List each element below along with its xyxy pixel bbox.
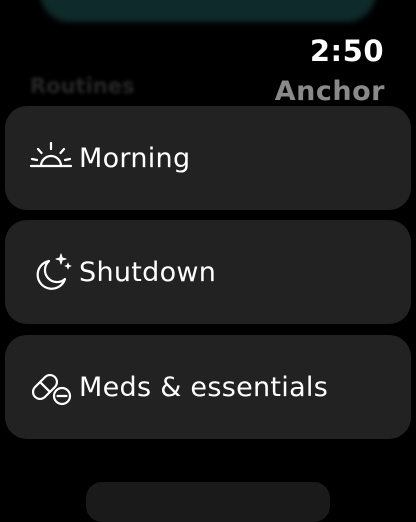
status-time: 2:50 [309,34,384,68]
section-title: Routines [30,74,135,98]
routine-label: Meds & essentials [79,371,329,403]
pills-icon [27,363,75,411]
routine-card-morning[interactable]: Morning [5,106,411,210]
top-partial-card [40,0,376,22]
routine-card-shutdown[interactable]: Shutdown [5,220,411,324]
routine-label: Morning [79,142,191,174]
app-title: Anchor [274,76,385,107]
bottom-partial-button [86,482,330,522]
routine-card-meds[interactable]: Meds & essentials [5,335,411,439]
moon-stars-icon [27,248,75,296]
sunrise-icon [27,134,75,182]
routine-label: Shutdown [79,256,217,288]
